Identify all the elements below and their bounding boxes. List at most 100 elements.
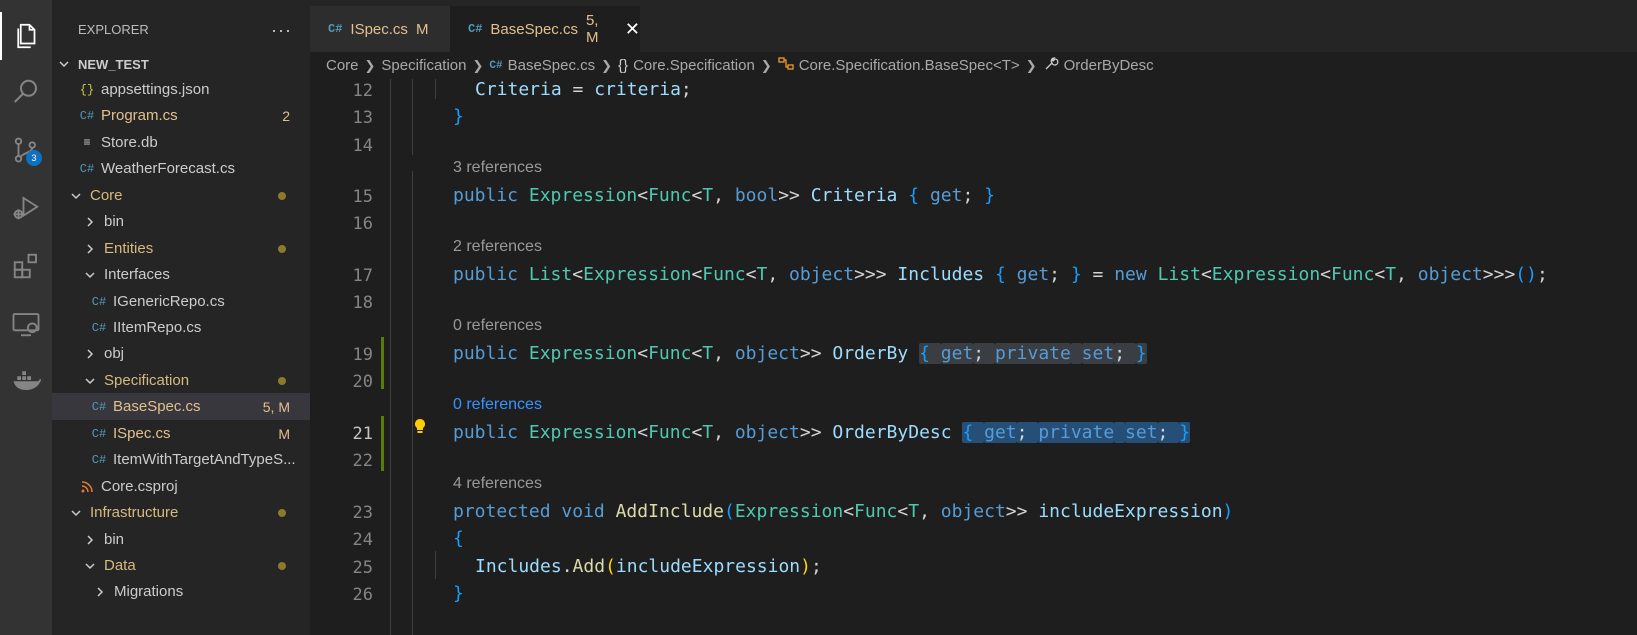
tree-folder-bin[interactable]: bin <box>52 208 310 235</box>
tree-item-label: Interfaces <box>104 266 170 283</box>
code-token: ( <box>723 501 735 522</box>
tree-folder-bin[interactable]: bin <box>52 526 310 553</box>
tree-folder-infrastructure[interactable]: Infrastructure <box>52 499 310 526</box>
code-token: Expression <box>1211 264 1321 285</box>
tree-folder-specification[interactable]: Specification <box>52 367 310 394</box>
tree-item-iitemrepo[interactable]: C# IItemRepo.cs <box>52 314 310 341</box>
breadcrumb-item[interactable]: Core.Specification.BaseSpec<T> <box>799 57 1020 74</box>
code-token: , <box>767 264 790 285</box>
tree-item-label: BaseSpec.cs <box>113 398 201 415</box>
project-root[interactable]: NEW_TEST <box>52 52 310 76</box>
source-control-icon[interactable]: 3 <box>0 126 52 174</box>
tree-item-itemwithtargetandtype[interactable]: C# ItemWithTargetAndTypeS... <box>52 446 310 473</box>
line-number: 16 <box>352 214 373 234</box>
line-number: 19 <box>352 345 373 365</box>
codelens-references[interactable]: 3 references <box>453 159 542 177</box>
editor-tab-bar: C# ISpec.cs M C# BaseSpec.cs 5, M ✕ <box>310 0 1637 52</box>
code-line[interactable]: } <box>453 106 464 127</box>
tree-folder-core[interactable]: Core <box>52 182 310 209</box>
line-number: 26 <box>352 585 373 605</box>
csharp-file-icon: C# <box>91 426 107 441</box>
code-token: >>> <box>1482 264 1516 285</box>
tree-item-core-csproj[interactable]: Core.csproj <box>52 473 310 500</box>
code-token: < <box>637 185 649 206</box>
indent-guide <box>435 551 436 579</box>
code-token: , <box>713 185 735 206</box>
code-token: , <box>919 501 941 522</box>
tree-folder-obj[interactable]: obj <box>52 340 310 367</box>
code-token: Func <box>1331 264 1375 285</box>
source-control-badge: 3 <box>26 150 42 166</box>
code-line[interactable]: Criteria = criteria; <box>475 79 692 100</box>
tree-item-store-db[interactable]: ≡ Store.db <box>52 129 310 156</box>
code-token: Includes <box>475 556 562 577</box>
code-token: < <box>897 501 909 522</box>
search-icon[interactable] <box>0 68 52 116</box>
code-line[interactable]: } <box>453 583 464 604</box>
code-token: public <box>453 343 519 364</box>
breadcrumb-item[interactable]: Core.Specification <box>633 57 755 74</box>
tree-item-program[interactable]: C# Program.cs 2 <box>52 102 310 129</box>
csharp-file-icon: C# <box>91 294 107 309</box>
tab-basespec[interactable]: C# BaseSpec.cs 5, M ✕ <box>450 6 640 52</box>
code-token: ; <box>680 79 692 100</box>
tree-folder-interfaces[interactable]: Interfaces <box>52 261 310 288</box>
code-line[interactable]: public Expression<Func<T, bool>> Criteri… <box>453 185 995 206</box>
tab-label: ISpec.cs <box>350 20 408 38</box>
code-token: { <box>453 528 464 549</box>
code-editor[interactable]: 12 13 14 15 16 17 18 19 20 21 22 23 24 25 26 3 referen… <box>310 79 1637 635</box>
code-token: , <box>1396 264 1418 285</box>
codelens-references[interactable]: 0 references <box>453 396 542 414</box>
code-line[interactable]: public List<Expression<Func<T, object>>>… <box>453 264 1548 285</box>
more-actions-icon[interactable]: ··· <box>271 20 292 41</box>
code-token: AddInclude <box>615 501 724 522</box>
code-line[interactable]: Includes.Add(includeExpression); <box>475 556 822 577</box>
code-line[interactable]: { <box>453 528 464 549</box>
tree-item-label: bin <box>104 531 125 548</box>
tree-folder-entities[interactable]: Entities <box>52 235 310 262</box>
code-token: >>> <box>854 264 898 285</box>
code-token: = <box>561 79 595 100</box>
code-line[interactable]: public Expression<Func<T, object>> Order… <box>453 422 1191 443</box>
code-token: public <box>453 185 519 206</box>
run-debug-icon[interactable] <box>0 184 52 232</box>
code-token: object <box>734 422 800 443</box>
code-token <box>1114 422 1126 443</box>
breadcrumb-item[interactable]: BaseSpec.cs <box>508 57 596 74</box>
tree-item-appsettings[interactable]: {} appsettings.json <box>52 76 310 103</box>
docker-icon[interactable] <box>0 356 52 404</box>
code-token: < <box>1374 264 1386 285</box>
modified-dot <box>278 244 286 253</box>
tree-item-label: IGenericRepo.cs <box>113 293 225 310</box>
tree-item-basespec[interactable]: C# BaseSpec.cs 5, M <box>52 393 310 420</box>
close-icon[interactable]: ✕ <box>625 19 640 40</box>
codelens-references[interactable]: 2 references <box>453 238 542 256</box>
code-token: protected <box>453 501 551 522</box>
breadcrumb-item[interactable]: OrderByDesc <box>1064 57 1154 74</box>
tree-item-ispec[interactable]: C# ISpec.cs M <box>52 420 310 447</box>
tree-folder-migrations[interactable]: Migrations <box>52 578 310 605</box>
tree-folder-data[interactable]: Data <box>52 552 310 579</box>
tree-item-weatherforecast[interactable]: C# WeatherForecast.cs <box>52 155 310 182</box>
code-line[interactable]: public Expression<Func<T, object>> Order… <box>453 343 1147 364</box>
files-icon[interactable] <box>0 12 52 60</box>
code-token: } <box>1179 422 1191 443</box>
chevron-down-icon <box>85 562 95 569</box>
code-line[interactable]: protected void AddInclude(Expression<Fun… <box>453 501 1233 522</box>
tab-ispec[interactable]: C# ISpec.cs M <box>310 6 450 52</box>
git-status: M <box>278 425 290 442</box>
codelens-references[interactable]: 0 references <box>453 317 542 335</box>
tree-item-label: Core.csproj <box>101 478 178 495</box>
breadcrumb-item[interactable]: Core <box>326 57 359 74</box>
problem-count: 5, M <box>262 398 290 415</box>
code-token: Criteria <box>810 185 898 206</box>
code-token: < <box>1320 264 1331 285</box>
tree-item-igenericrepo[interactable]: C# IGenericRepo.cs <box>52 288 310 315</box>
extensions-icon[interactable] <box>0 242 52 290</box>
remote-explorer-icon[interactable] <box>0 300 52 348</box>
lightbulb-icon[interactable] <box>412 416 428 441</box>
codelens-references[interactable]: 4 references <box>453 475 542 493</box>
breadcrumb-item[interactable]: Specification <box>381 57 466 74</box>
